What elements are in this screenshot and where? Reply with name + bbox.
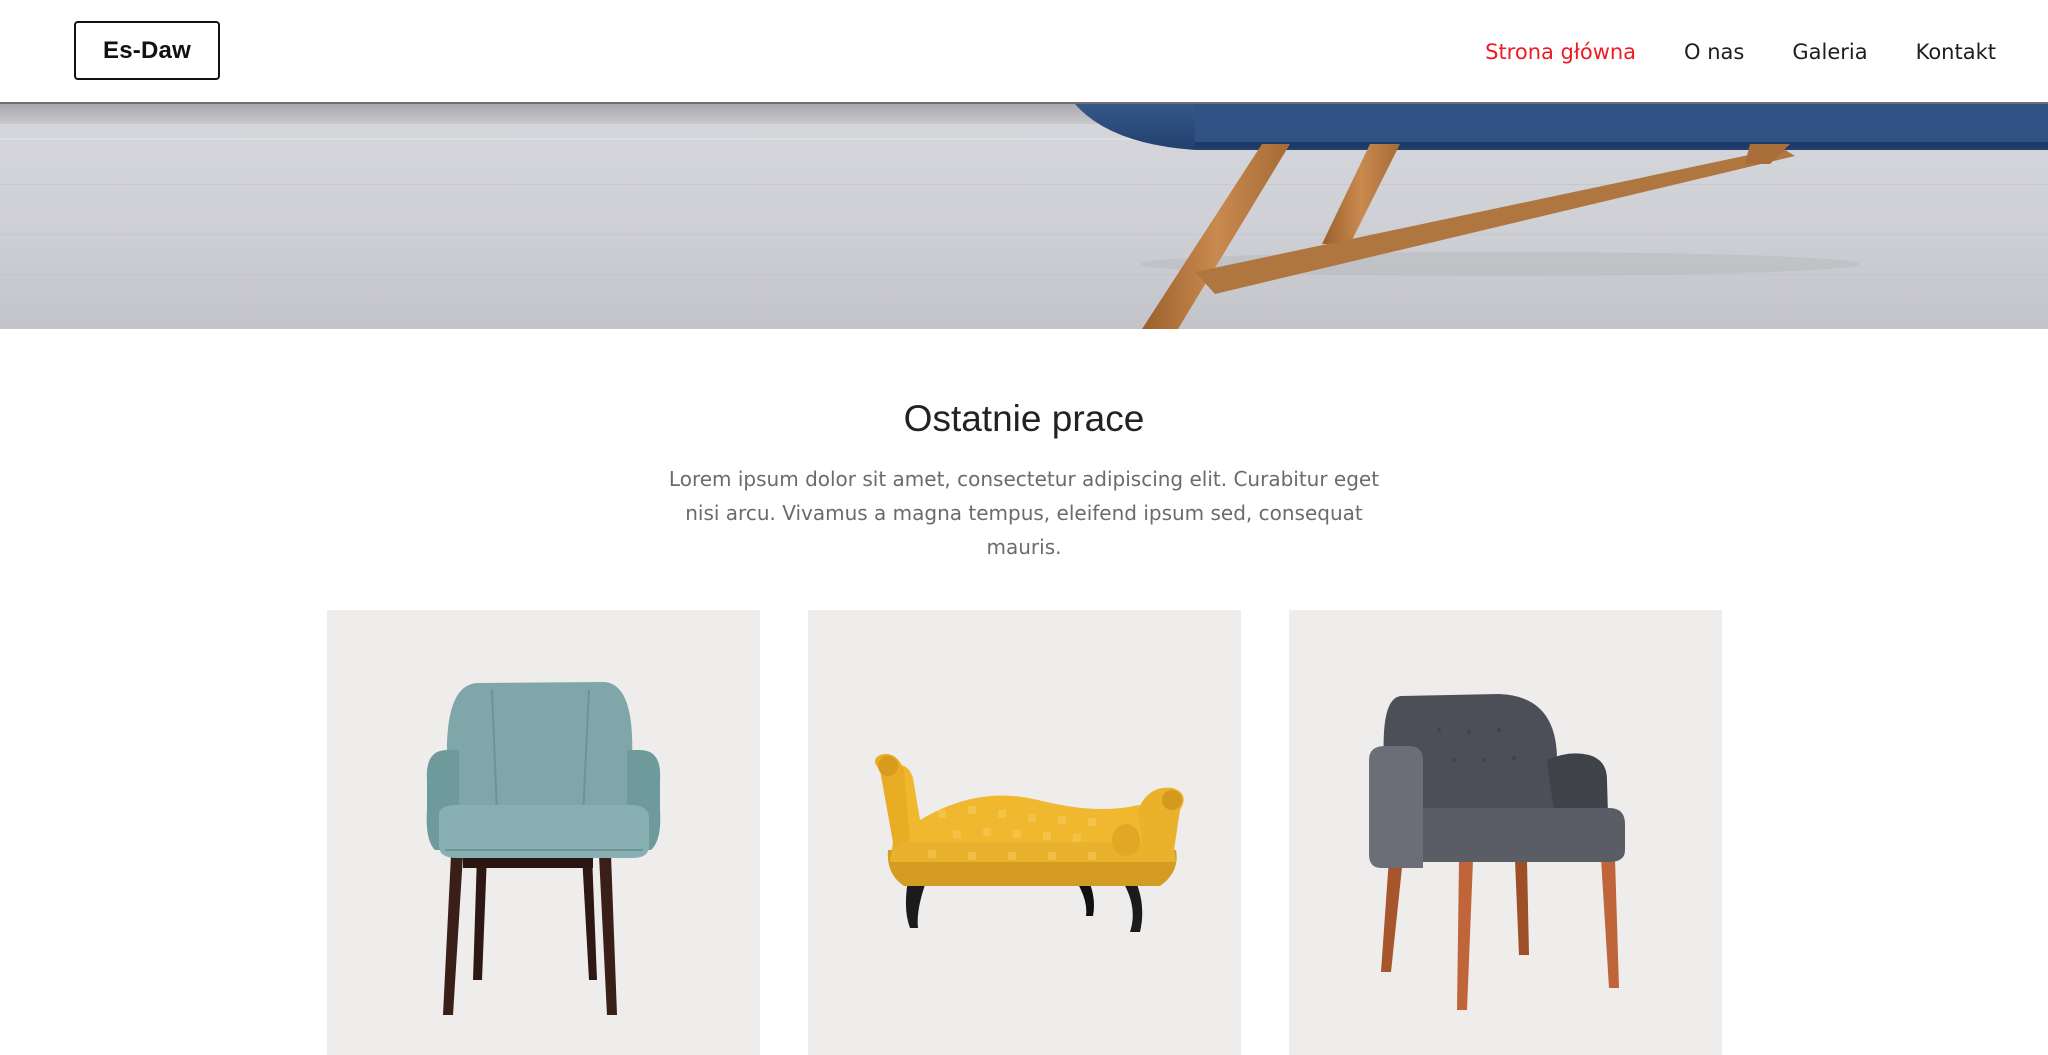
hero-sofa-image xyxy=(0,104,2048,329)
work-card-3[interactable] xyxy=(1289,610,1722,1055)
nav-link-home[interactable]: Strona główna xyxy=(1485,40,1636,64)
section-description: Lorem ipsum dolor sit amet, consectetur … xyxy=(668,467,1380,559)
hero-banner xyxy=(0,104,2048,329)
teal-armchair-image xyxy=(426,682,661,1015)
main-nav: Strona główna O nas Galeria Kontakt xyxy=(1485,0,1996,104)
nav-link-about[interactable]: O nas xyxy=(1684,40,1744,64)
work-card-2[interactable] xyxy=(808,610,1241,1055)
site-header: Es-Daw Strona główna O nas Galeria Konta… xyxy=(0,0,2048,104)
recent-works-grid xyxy=(0,610,2048,1055)
site-logo[interactable]: Es-Daw xyxy=(74,21,220,80)
nav-link-contact[interactable]: Kontakt xyxy=(1916,40,1996,64)
work-card-1[interactable] xyxy=(327,610,760,1055)
yellow-chaise-longue-image xyxy=(875,754,1184,932)
section-title: Ostatnie prace xyxy=(903,398,1145,439)
page: Es-Daw Strona główna O nas Galeria Konta… xyxy=(0,0,2048,1055)
grey-armchair-image xyxy=(1369,694,1625,1010)
nav-link-gallery[interactable]: Galeria xyxy=(1792,40,1867,64)
